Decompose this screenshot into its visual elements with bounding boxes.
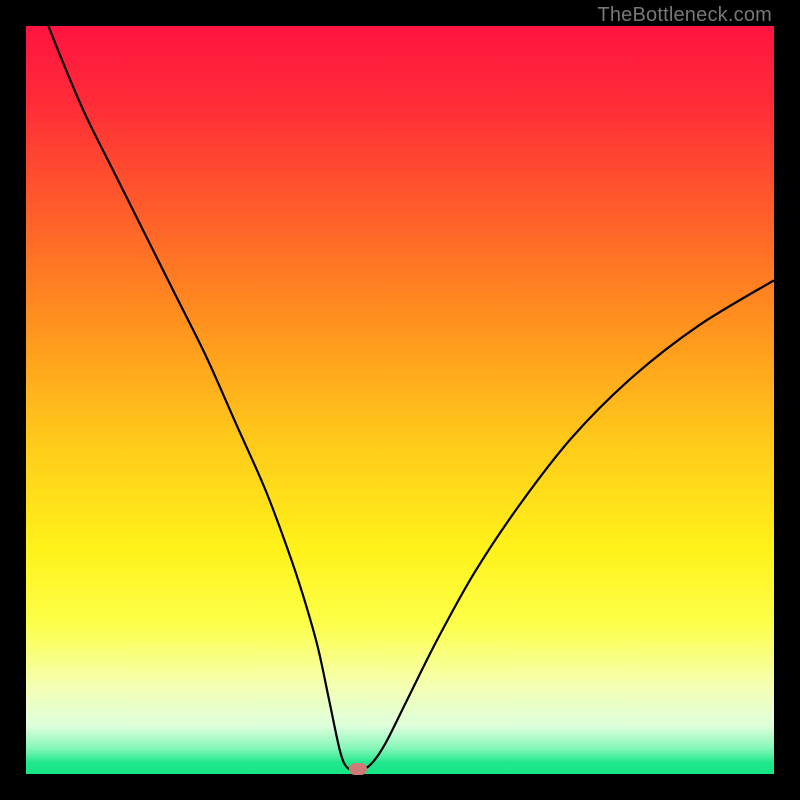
watermark-text: TheBottleneck.com <box>597 4 772 27</box>
plot-area <box>26 26 774 774</box>
bottleneck-curve <box>26 26 774 774</box>
chart-frame: TheBottleneck.com <box>0 0 800 800</box>
optimum-marker <box>349 763 367 775</box>
